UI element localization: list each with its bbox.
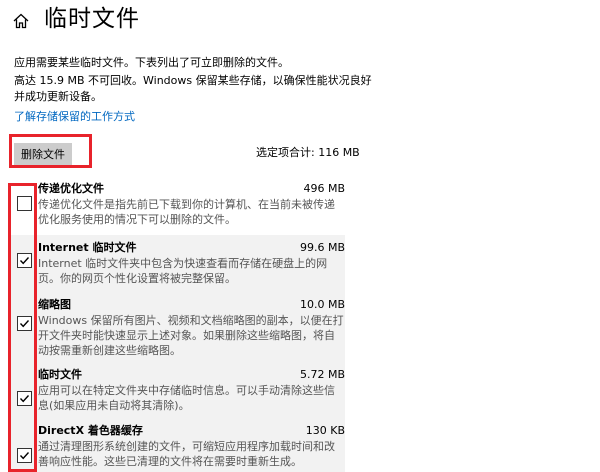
item-title: DirectX 着色器缓存 [38, 424, 143, 437]
checkmark-icon [19, 257, 30, 265]
reserved-storage-text: 高达 15.9 MB 不可回收。Windows 保留某些存储，以确保性能状况良好… [14, 74, 372, 103]
list-item[interactable]: 临时文件 5.72 MB 应用可以在特定文件夹中存储临时信息。可以手动清除这些信… [8, 362, 345, 418]
item-description: 通过清理图形系统创建的文件，可缩短应用程序加载时间和改善响应性能。这些已清理的文… [38, 440, 335, 468]
item-checkbox[interactable] [17, 196, 32, 211]
list-item[interactable]: 缩略图 10.0 MB Windows 保留所有图片、视频和文档缩略图的副本，以… [8, 292, 345, 362]
home-icon[interactable] [12, 12, 30, 30]
item-checkbox[interactable] [17, 316, 32, 331]
item-description: Windows 保留所有图片、视频和文档缩略图的副本，以便在打开文件夹时能快速显… [38, 314, 344, 357]
delete-files-button[interactable]: 删除文件 [14, 143, 72, 167]
item-description: 应用可以在特定文件夹中存储临时信息。可以手动清除这些信息(如果应用未自动将其清除… [38, 384, 335, 412]
list-item[interactable]: 传递优化文件 496 MB 传递优化文件是指先前已下载到你的计算机、在当前未被传… [8, 176, 345, 235]
item-title: Internet 临时文件 [38, 241, 137, 254]
item-size: 5.72 MB [299, 368, 345, 381]
selected-total: 选定项合计: 116 MB [256, 146, 360, 159]
checkmark-icon [19, 452, 30, 460]
temp-file-list: 传递优化文件 496 MB 传递优化文件是指先前已下载到你的计算机、在当前未被传… [8, 176, 345, 472]
item-checkbox[interactable] [17, 253, 32, 268]
learn-reserved-storage-link[interactable]: 了解存储保留的工作方式 [14, 109, 135, 125]
item-title: 缩略图 [38, 298, 71, 311]
item-description: Internet 临时文件夹中包含为快速查看而存储在硬盘上的网页。你的网页个性化… [38, 257, 328, 285]
item-size: 10.0 MB [299, 298, 345, 311]
item-description: 传递优化文件是指先前已下载到你的计算机、在当前未被传递优化服务使用的情况下可以删… [38, 198, 335, 226]
checkmark-icon [19, 320, 30, 328]
item-checkbox[interactable] [17, 448, 32, 463]
item-size: 130 KB [305, 424, 345, 437]
page-title: 临时文件 [44, 6, 140, 32]
item-size: 496 MB [303, 182, 345, 195]
list-item[interactable]: Internet 临时文件 99.6 MB Internet 临时文件夹中包含为… [8, 235, 345, 292]
item-checkbox[interactable] [17, 391, 32, 406]
item-title: 临时文件 [38, 368, 82, 381]
intro-text: 应用需要某些临时文件。下表列出了可立即删除的文件。 [14, 56, 289, 69]
item-size: 99.6 MB [299, 241, 345, 254]
checkmark-icon [19, 395, 30, 403]
item-title: 传递优化文件 [38, 182, 104, 195]
list-item[interactable]: DirectX 着色器缓存 130 KB 通过清理图形系统创建的文件，可缩短应用… [8, 418, 345, 472]
